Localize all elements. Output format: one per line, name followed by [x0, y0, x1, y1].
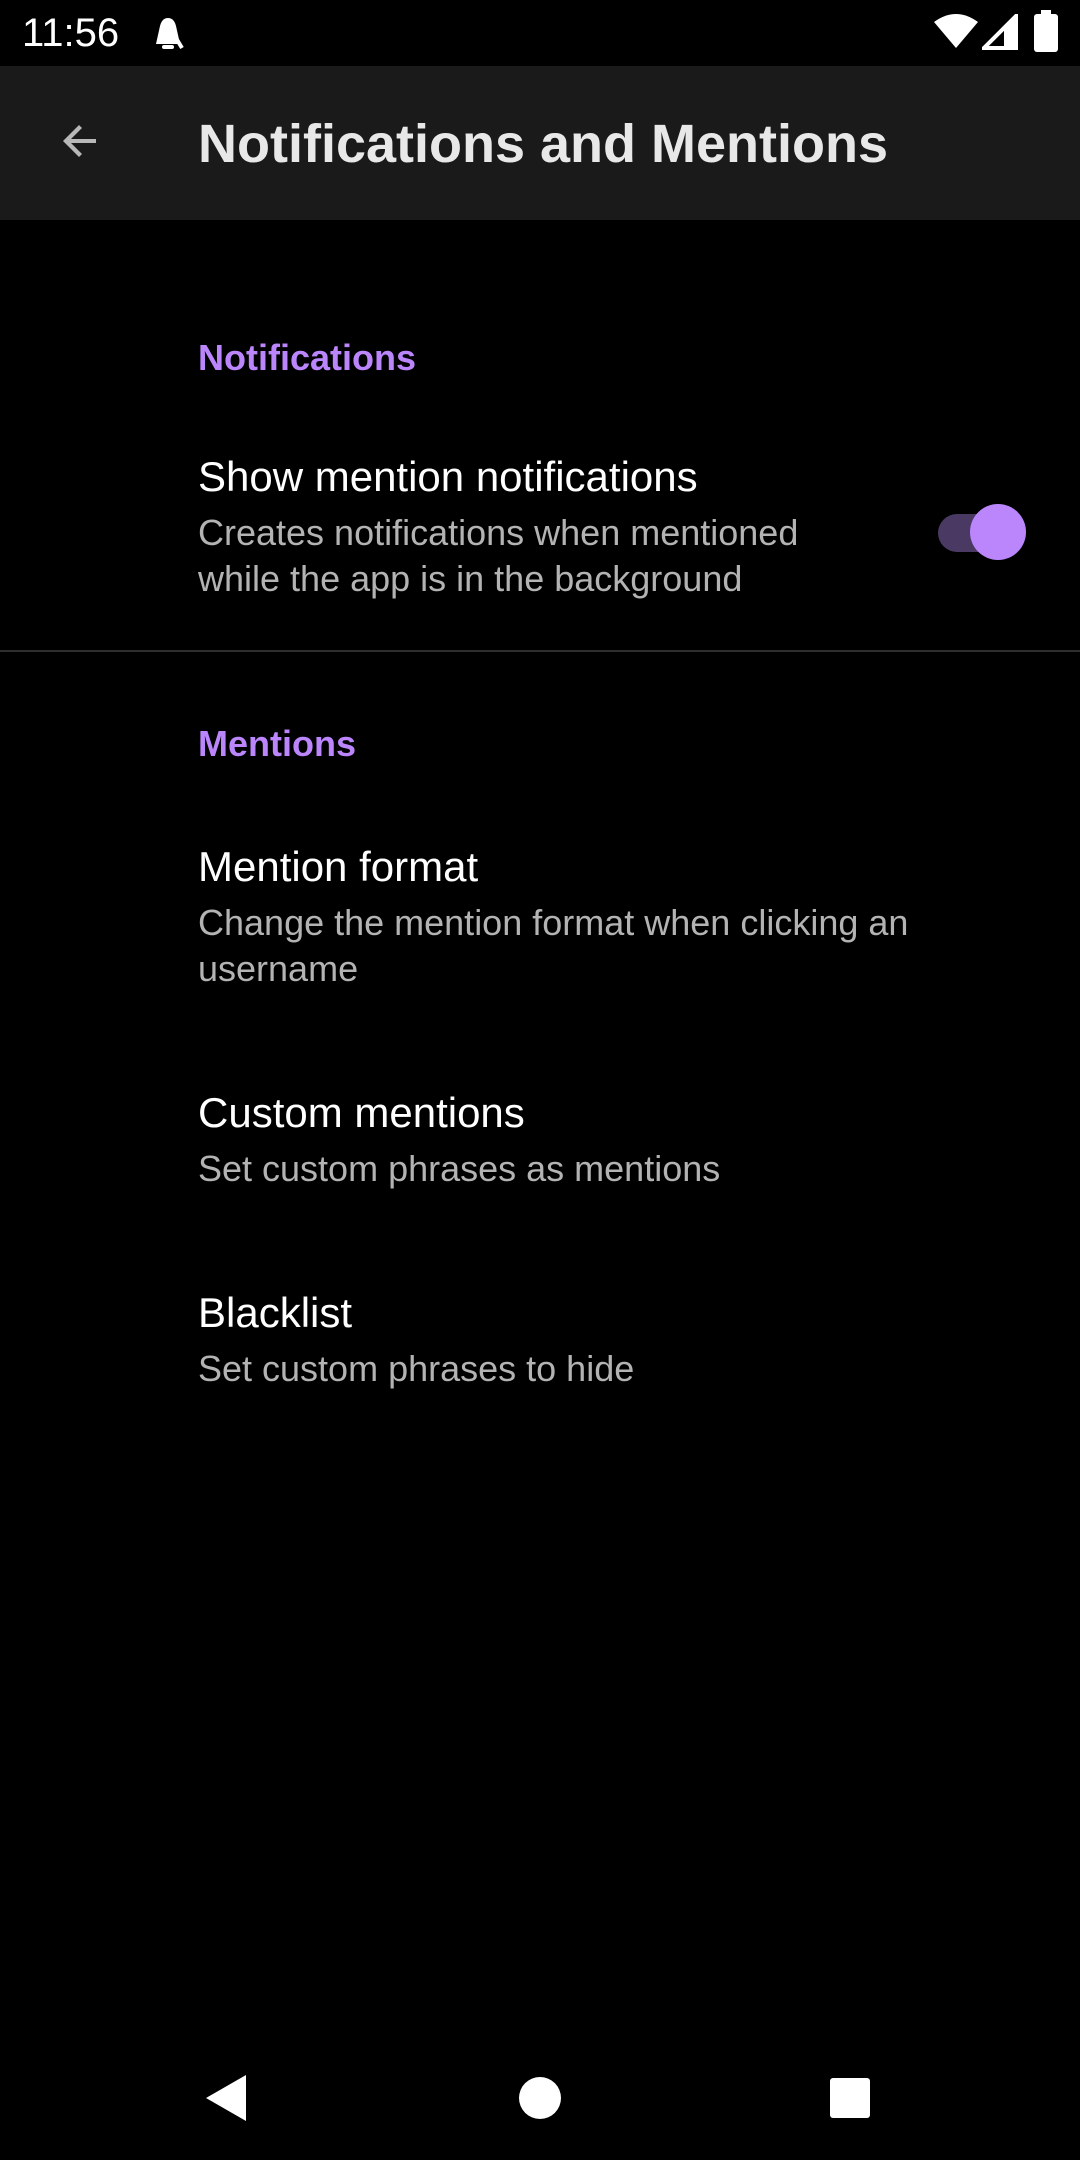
nav-home-button[interactable] [500, 2060, 580, 2140]
section-divider [0, 650, 1080, 652]
nav-back-button[interactable] [186, 2060, 266, 2140]
back-button[interactable] [36, 99, 124, 187]
pref-summary-line: Creates notifications when mentioned [198, 512, 799, 553]
system-nav-bar [0, 2040, 1080, 2160]
app-bar: Notifications and Mentions [0, 66, 1080, 220]
pref-blacklist[interactable]: Blacklist Set custom phrases to hide [0, 1270, 1080, 1420]
pref-summary-line: Set custom phrases as mentions [198, 1148, 721, 1189]
wifi-icon [934, 14, 978, 55]
pref-title: Show mention notifications [198, 453, 698, 500]
pref-title: Blacklist [198, 1289, 353, 1336]
pref-title: Mention format [198, 843, 479, 890]
nav-back-icon [204, 2073, 248, 2128]
toggle-thumb [970, 504, 1026, 560]
notification-icon [148, 14, 188, 57]
arrow-back-icon [56, 117, 104, 170]
pref-title: Custom mentions [198, 1089, 525, 1136]
nav-recents-icon [828, 2076, 872, 2125]
pref-summary-line: Set custom phrases to hide [198, 1348, 635, 1389]
pref-show-mention-notifications[interactable]: Show mention notifications Creates notif… [0, 440, 1080, 620]
mention-notifications-toggle[interactable] [936, 498, 1028, 560]
page-title: Notifications and Mentions [198, 114, 889, 174]
pref-summary-line: Change the mention format when clicking … [198, 902, 909, 943]
pref-summary-line: while the app is in the background [198, 558, 743, 599]
pref-mention-format[interactable]: Mention format Change the mention format… [0, 826, 1080, 1006]
section-header-notifications: Notifications [198, 337, 417, 378]
nav-recents-button[interactable] [810, 2060, 890, 2140]
pref-custom-mentions[interactable]: Custom mentions Set custom phrases as me… [0, 1070, 1080, 1220]
pref-summary-line: username [198, 948, 359, 989]
nav-home-icon [518, 2076, 562, 2125]
status-bar: 11:56 [0, 0, 1080, 66]
battery-icon [1034, 10, 1058, 57]
signal-icon [979, 11, 1018, 55]
section-header-mentions: Mentions [198, 723, 356, 764]
status-time: 11:56 [22, 11, 120, 55]
